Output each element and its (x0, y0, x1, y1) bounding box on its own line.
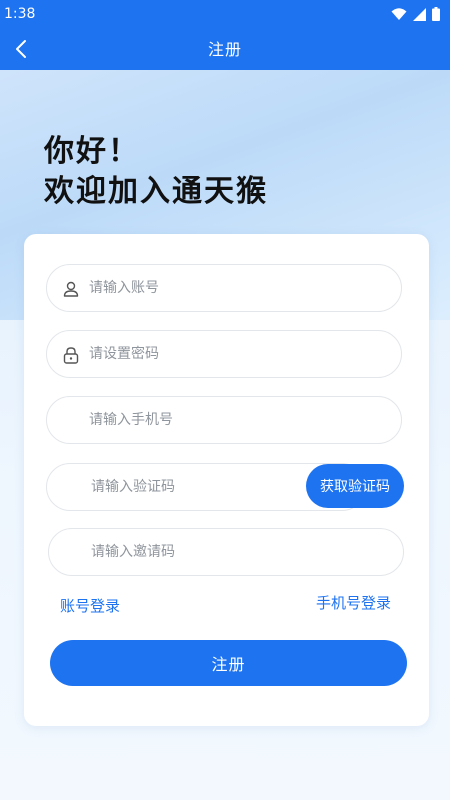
battery-icon (432, 7, 440, 21)
phone-field-wrap (46, 396, 402, 444)
password-input[interactable] (47, 331, 401, 377)
status-bar: 1:38 (0, 0, 450, 28)
greeting: 你好！ 欢迎加入通天猴 (44, 132, 268, 212)
page-title: 注册 (207, 40, 242, 59)
nav-bar: 注册 (0, 28, 450, 68)
status-time: 1:38 (4, 6, 36, 22)
get-code-button[interactable]: 获取验证码 (306, 464, 404, 508)
phone-login-link[interactable]: 手机号登录 (316, 592, 391, 613)
chevron-left-icon (16, 40, 26, 58)
wifi-icon (391, 8, 407, 20)
register-button[interactable]: 注册 (50, 640, 407, 686)
lock-icon (63, 347, 79, 364)
invite-field-wrap (48, 528, 404, 576)
phone-input[interactable] (47, 397, 401, 443)
greeting-line-2: 欢迎加入通天猴 (44, 174, 268, 209)
top-bar: 1:38 注册 (0, 0, 450, 70)
account-input[interactable] (47, 265, 401, 311)
back-button[interactable] (6, 32, 36, 66)
status-icons (391, 7, 440, 21)
user-icon (63, 281, 79, 297)
signal-icon (413, 7, 426, 21)
greeting-line-1: 你好！ (44, 134, 140, 169)
account-login-link[interactable]: 账号登录 (60, 595, 120, 616)
account-field-wrap (46, 264, 402, 312)
invite-input[interactable] (49, 529, 403, 575)
password-field-wrap (46, 330, 402, 378)
